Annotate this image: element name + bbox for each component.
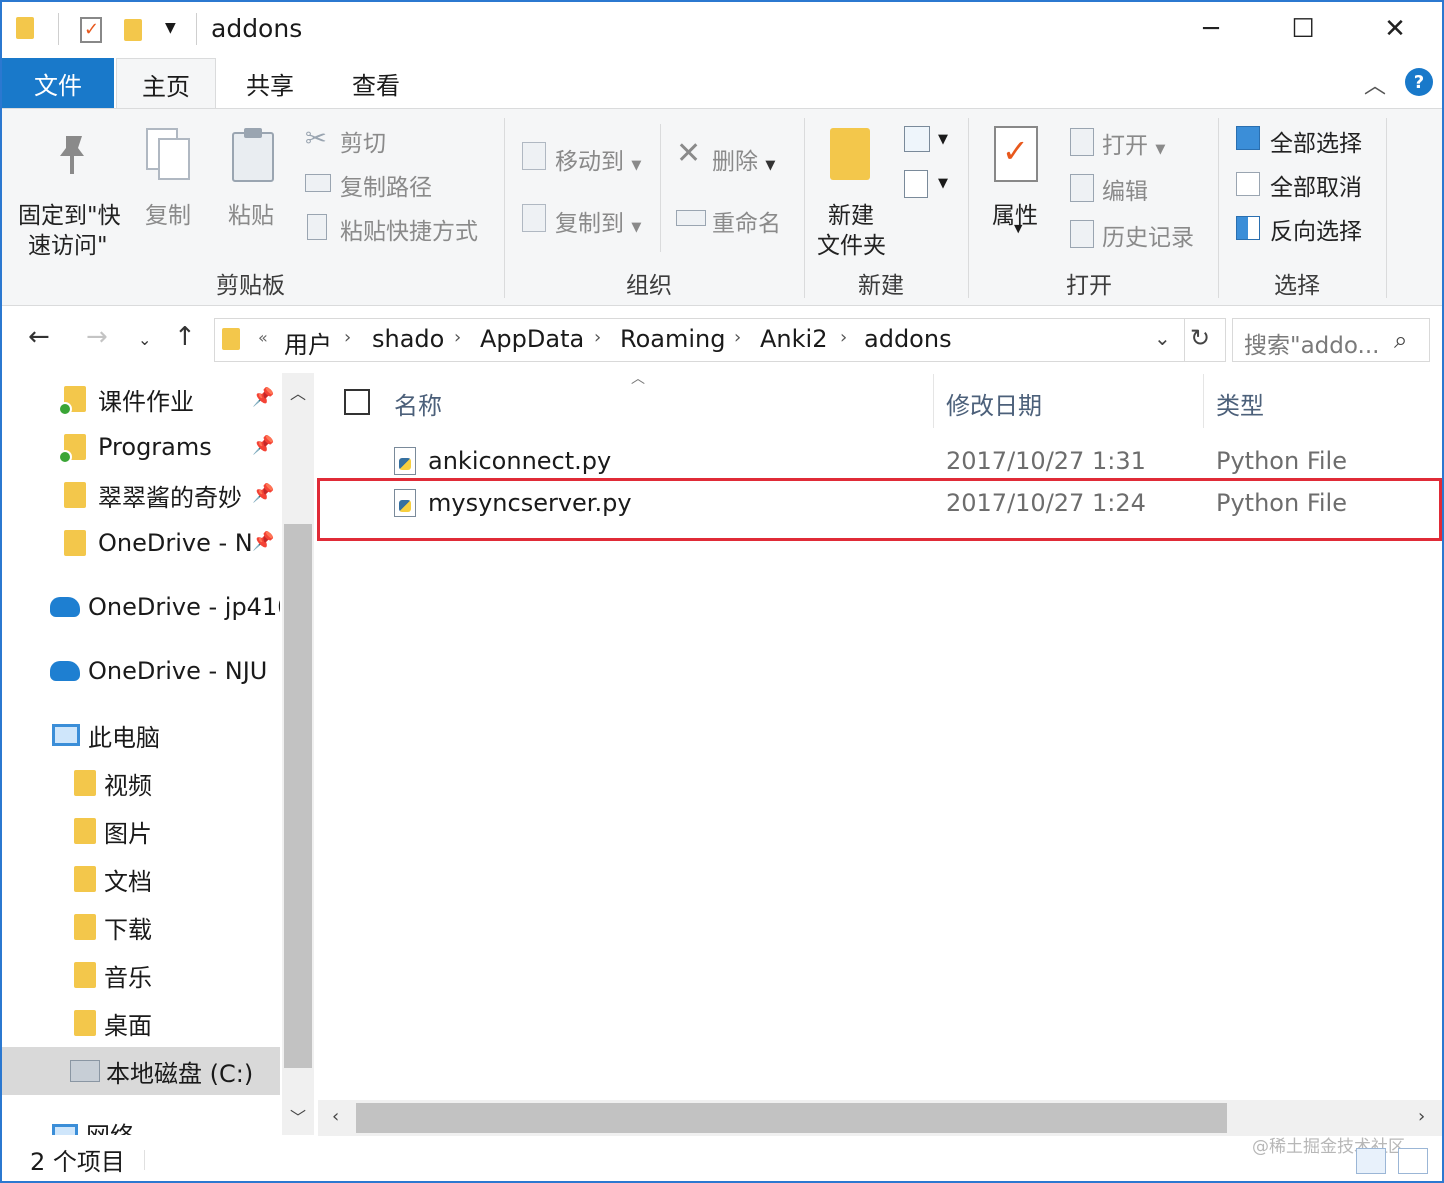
window-frame	[0, 0, 1444, 1183]
